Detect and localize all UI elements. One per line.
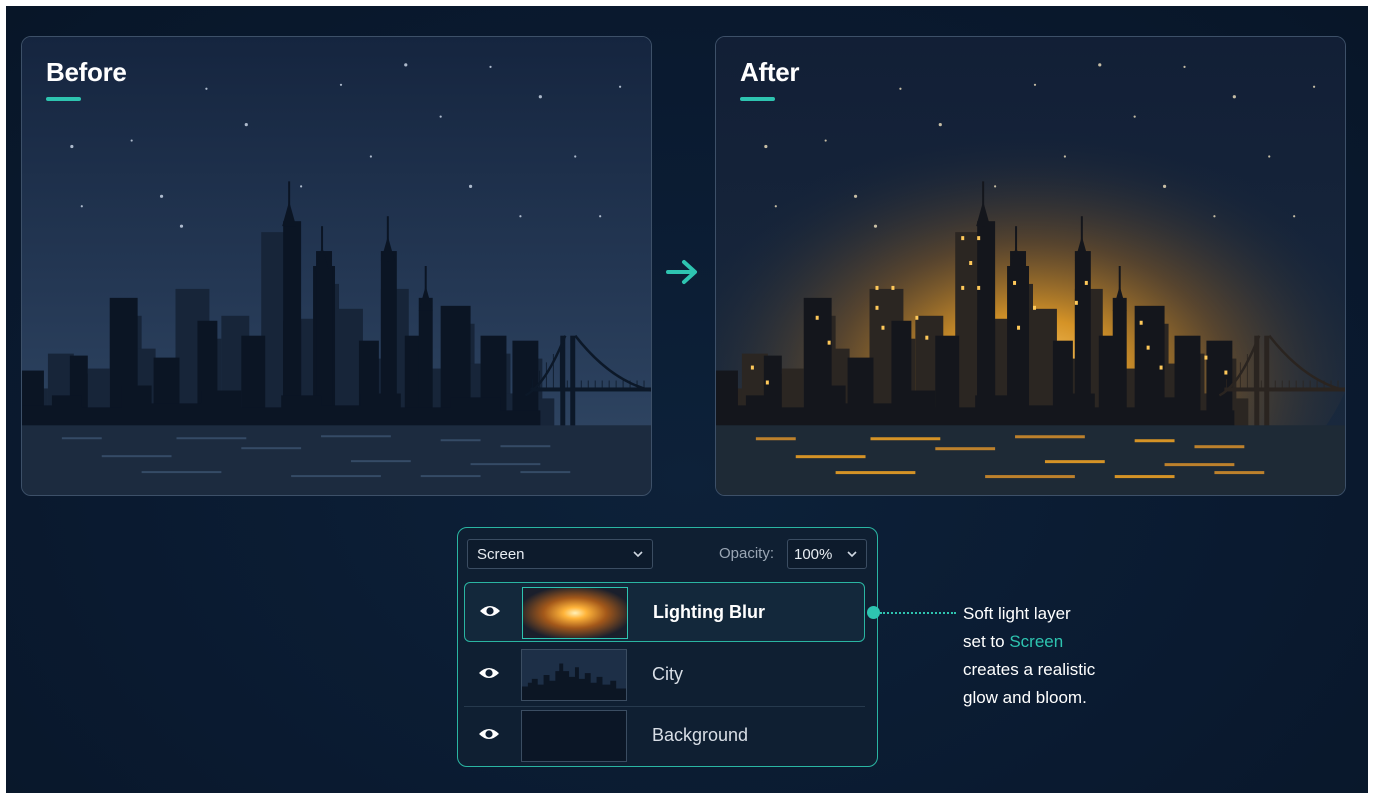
callout-line-2-prefix: set to: [963, 632, 1010, 651]
layers-panel: Screen Opacity: 100% Lighting Blur City …: [457, 527, 878, 767]
opacity-value: 100%: [794, 546, 833, 563]
callout-line-2: set to Screen: [963, 628, 1183, 656]
callout-line-4: glow and bloom.: [963, 688, 1087, 707]
before-title: Before: [46, 57, 127, 87]
layer-name: Lighting Blur: [653, 602, 765, 622]
canvas: Before After Screen Opacity: 100% Lighti…: [6, 6, 1368, 793]
eye-icon[interactable]: [478, 665, 500, 681]
after-panel: After: [715, 36, 1346, 496]
layer-row-lighting-blur[interactable]: Lighting Blur: [464, 582, 865, 642]
blend-mode-value: Screen: [477, 546, 525, 563]
before-image: [22, 37, 651, 495]
layer-thumbnail-background: [521, 710, 627, 762]
opacity-label: Opacity:: [719, 545, 775, 562]
callout-accent: Screen: [1009, 632, 1064, 651]
after-title-underline: [740, 97, 775, 101]
layer-name: Background: [652, 725, 749, 745]
blend-mode-select[interactable]: Screen: [467, 539, 653, 569]
callout-dot: [867, 606, 880, 619]
opacity-select[interactable]: 100%: [787, 539, 867, 569]
eye-icon[interactable]: [478, 726, 500, 742]
chevron-down-icon: [633, 551, 643, 558]
before-panel: Before: [21, 36, 652, 496]
after-title: After: [740, 57, 800, 87]
after-image: [716, 37, 1345, 495]
arrow-right-icon: [666, 260, 697, 284]
layer-row-city[interactable]: City: [464, 645, 865, 705]
layer-thumbnail-city: [521, 649, 627, 701]
callout-line-1: Soft light layer: [963, 604, 1071, 623]
callout-text: Soft light layer set to Screen creates a…: [963, 600, 1183, 712]
chevron-down-icon: [847, 551, 857, 558]
before-title-underline: [46, 97, 81, 101]
layer-name: City: [652, 664, 683, 684]
layer-row-background[interactable]: Background: [464, 706, 865, 766]
callout-connector: [880, 612, 956, 614]
eye-icon[interactable]: [479, 603, 501, 619]
layer-thumbnail-glow: [522, 587, 628, 639]
callout-line-3: creates a realistic: [963, 660, 1096, 679]
